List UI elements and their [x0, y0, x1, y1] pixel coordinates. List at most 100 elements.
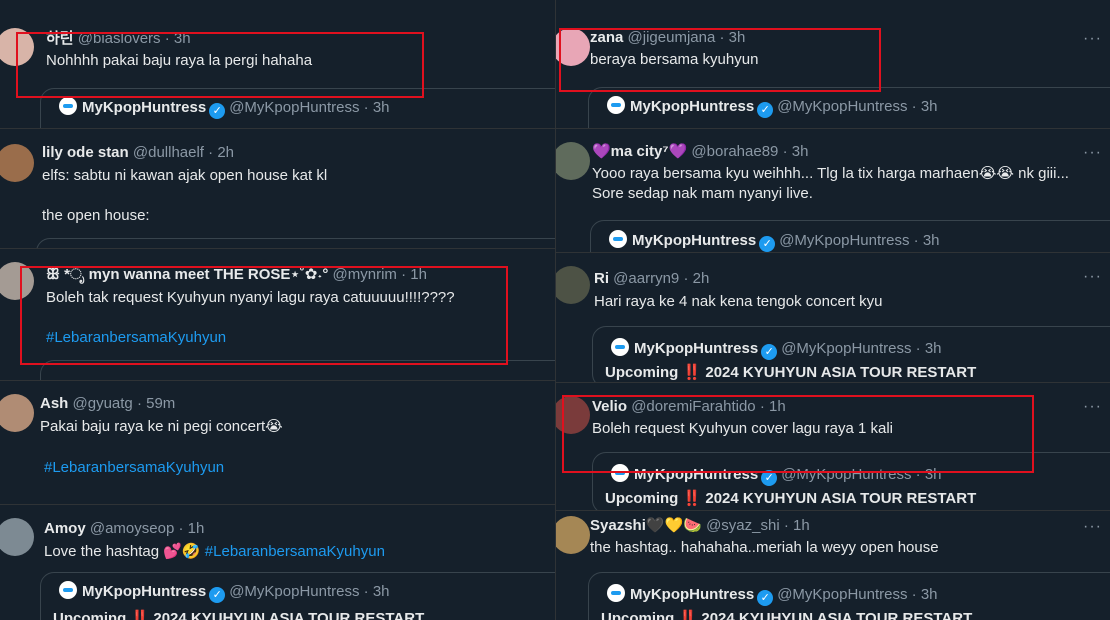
- display-name[interactable]: zana: [590, 29, 623, 46]
- display-name[interactable]: Syazshi🖤💛🍉: [590, 517, 702, 534]
- avatar[interactable]: [0, 28, 34, 66]
- avatar[interactable]: [0, 518, 34, 556]
- quoted-text: Upcoming ‼️ 2024 KYUHYUN ASIA TOUR RESTA…: [605, 489, 976, 507]
- tweet[interactable]: ··· zana @jigeumjana · 3h beraya bersama…: [556, 0, 1110, 129]
- tweet[interactable]: ··· Velio @doremiFarahtido · 1h Boleh re…: [556, 382, 1110, 511]
- separator-dot: ·: [363, 583, 369, 600]
- quoted-tweet[interactable]: MyKpopHuntress ✓ @MyKpopHuntress · 3h: [40, 88, 555, 128]
- hashtag-link[interactable]: #LebaranbersamaKyuhyun: [44, 458, 224, 478]
- tweet[interactable]: lily ode stan @dullhaelf · 2h elfs: sabt…: [0, 128, 555, 249]
- quoted-tweet[interactable]: [40, 360, 555, 380]
- timestamp[interactable]: 2h: [693, 270, 710, 287]
- avatar[interactable]: [556, 266, 590, 304]
- hashtag-link[interactable]: #LebaranbersamaKyuhyun: [205, 543, 385, 560]
- timestamp[interactable]: 1h: [188, 520, 205, 537]
- quoted-timestamp: 3h: [922, 232, 940, 249]
- more-options-icon[interactable]: ···: [1083, 518, 1102, 536]
- quoted-text: Upcoming ‼️ 2024 KYUHYUN ASIA TOUR RESTA…: [601, 609, 972, 620]
- tweet-header: lily ode stan @dullhaelf · 2h: [42, 144, 234, 162]
- handle[interactable]: @borahae89: [691, 143, 778, 160]
- timestamp[interactable]: 1h: [769, 398, 786, 415]
- display-name[interactable]: Ash: [40, 395, 68, 412]
- display-name[interactable]: Amoy: [44, 520, 86, 537]
- avatar[interactable]: [0, 262, 34, 300]
- quoted-text-prefix: Upcoming: [601, 610, 675, 620]
- quoted-handle: @MyKpopHuntress: [777, 98, 908, 115]
- quoted-handle: @MyKpopHuntress: [229, 583, 360, 600]
- quoted-header: MyKpopHuntress ✓ @MyKpopHuntress · 3h: [607, 584, 938, 606]
- quoted-handle: @MyKpopHuntress: [781, 340, 912, 357]
- quoted-tweet[interactable]: MyKpopHuntress ✓ @MyKpopHuntress · 3h Upco…: [588, 572, 1110, 620]
- timestamp[interactable]: 2h: [217, 144, 234, 161]
- quoted-timestamp: 3h: [372, 583, 390, 600]
- timestamp[interactable]: 3h: [792, 143, 809, 160]
- more-options-icon[interactable]: ···: [1083, 30, 1102, 48]
- tweet-text: Pakai baju raya ke ni pegi concert😭: [40, 418, 283, 435]
- quoted-avatar: [609, 230, 627, 248]
- separator-dot: ·: [783, 517, 789, 534]
- handle[interactable]: @biaslovers: [78, 30, 161, 47]
- quoted-tweet[interactable]: MyKpopHuntress ✓ @MyKpopHuntress · 3h Upco…: [592, 326, 1110, 382]
- quoted-handle: @MyKpopHuntress: [779, 232, 910, 249]
- handle[interactable]: @gyuatg: [73, 395, 133, 412]
- separator-dot: ·: [136, 395, 142, 412]
- timestamp[interactable]: 1h: [793, 517, 810, 534]
- more-options-icon[interactable]: ···: [1083, 268, 1102, 286]
- display-name[interactable]: 하린: [46, 30, 74, 47]
- handle[interactable]: @aarryn9: [613, 270, 679, 287]
- handle[interactable]: @dullhaelf: [133, 144, 204, 161]
- quoted-name: MyKpopHuntress: [82, 99, 207, 116]
- double-exclamation-icon: ‼️: [678, 610, 698, 620]
- double-exclamation-icon: ‼️: [682, 490, 702, 507]
- timestamp[interactable]: 3h: [729, 29, 746, 46]
- tweet[interactable]: ··· Syazshi🖤💛🍉 @syaz_shi · 1h the hashta…: [556, 510, 1110, 620]
- display-name[interactable]: Ri: [594, 270, 609, 287]
- timestamp[interactable]: 3h: [174, 30, 191, 47]
- tweet[interactable]: ··· Ri @aarryn9 · 2h Hari raya ke 4 nak …: [556, 252, 1110, 383]
- display-name[interactable]: ꕥ *ೃ myn wanna meet THE ROSE⋆˚✿˖°: [46, 266, 328, 283]
- display-name[interactable]: Velio: [592, 398, 627, 415]
- hashtag-link[interactable]: #LebaranbersamaKyuhyun: [46, 328, 226, 348]
- tweet[interactable]: Ash @gyuatg · 59m Pakai baju raya ke ni …: [0, 380, 555, 505]
- separator-dot: ·: [911, 98, 917, 115]
- avatar[interactable]: [0, 394, 34, 432]
- quoted-header: MyKpopHuntress ✓ @MyKpopHuntress · 3h: [607, 96, 938, 118]
- quoted-avatar: [611, 338, 629, 356]
- avatar[interactable]: [556, 142, 590, 180]
- display-name[interactable]: 💜ma city⁷💜: [592, 143, 687, 160]
- handle[interactable]: @amoyseop: [90, 520, 174, 537]
- quoted-avatar: [607, 96, 625, 114]
- avatar[interactable]: [0, 144, 34, 182]
- handle[interactable]: @mynrim: [333, 266, 397, 283]
- quoted-timestamp: 3h: [924, 466, 942, 483]
- more-options-icon[interactable]: ···: [1083, 398, 1102, 416]
- quoted-text-body: 2024 KYUHYUN ASIA TOUR RESTART: [705, 490, 977, 507]
- right-column: ··· zana @jigeumjana · 3h beraya bersama…: [555, 0, 1110, 620]
- tweet[interactable]: ꕥ *ೃ myn wanna meet THE ROSE⋆˚✿˖° @mynri…: [0, 248, 555, 381]
- avatar[interactable]: [556, 28, 590, 66]
- tweet[interactable]: 하린 @biaslovers · 3h Nohhhh pakai baju ra…: [0, 0, 555, 129]
- tweet-text-line2: Sore sedap nak mam nyanyi live.: [592, 185, 813, 202]
- more-options-icon[interactable]: ···: [1083, 144, 1102, 162]
- display-name[interactable]: lily ode stan: [42, 144, 129, 161]
- quoted-text-body: 2024 KYUHYUN ASIA TOUR RESTART: [705, 364, 977, 381]
- avatar[interactable]: [556, 516, 590, 554]
- timestamp[interactable]: 1h: [410, 266, 427, 283]
- separator-dot: ·: [208, 144, 214, 161]
- tweet[interactable]: Amoy @amoyseop · 1h Love the hashtag 💕🤣 …: [0, 504, 555, 620]
- quoted-tweet[interactable]: MyKpopHuntress ✓ @MyKpopHuntress · 3h: [588, 87, 1110, 128]
- tweet-header: Velio @doremiFarahtido · 1h: [592, 398, 786, 416]
- separator-dot: ·: [915, 340, 921, 357]
- handle[interactable]: @jigeumjana: [628, 29, 716, 46]
- handle[interactable]: @syaz_shi: [706, 517, 780, 534]
- handle[interactable]: @doremiFarahtido: [631, 398, 755, 415]
- tweet[interactable]: ··· 💜ma city⁷💜 @borahae89 · 3h Yooo raya…: [556, 128, 1110, 253]
- quoted-tweet[interactable]: MyKpopHuntress ✓ @MyKpopHuntress · 3h Upco…: [40, 572, 555, 620]
- quoted-tweet[interactable]: MyKpopHuntress ✓ @MyKpopHuntress · 3h Upco…: [592, 452, 1110, 510]
- quoted-tweet[interactable]: MyKpopHuntress ✓ @MyKpopHuntress · 3h: [590, 220, 1110, 252]
- separator-dot: ·: [178, 520, 184, 537]
- timestamp[interactable]: 59m: [146, 395, 175, 412]
- avatar[interactable]: [556, 396, 590, 434]
- verified-badge-icon: ✓: [209, 103, 226, 119]
- quoted-text: Upcoming ‼️ 2024 KYUHYUN ASIA TOUR RESTA…: [53, 609, 424, 620]
